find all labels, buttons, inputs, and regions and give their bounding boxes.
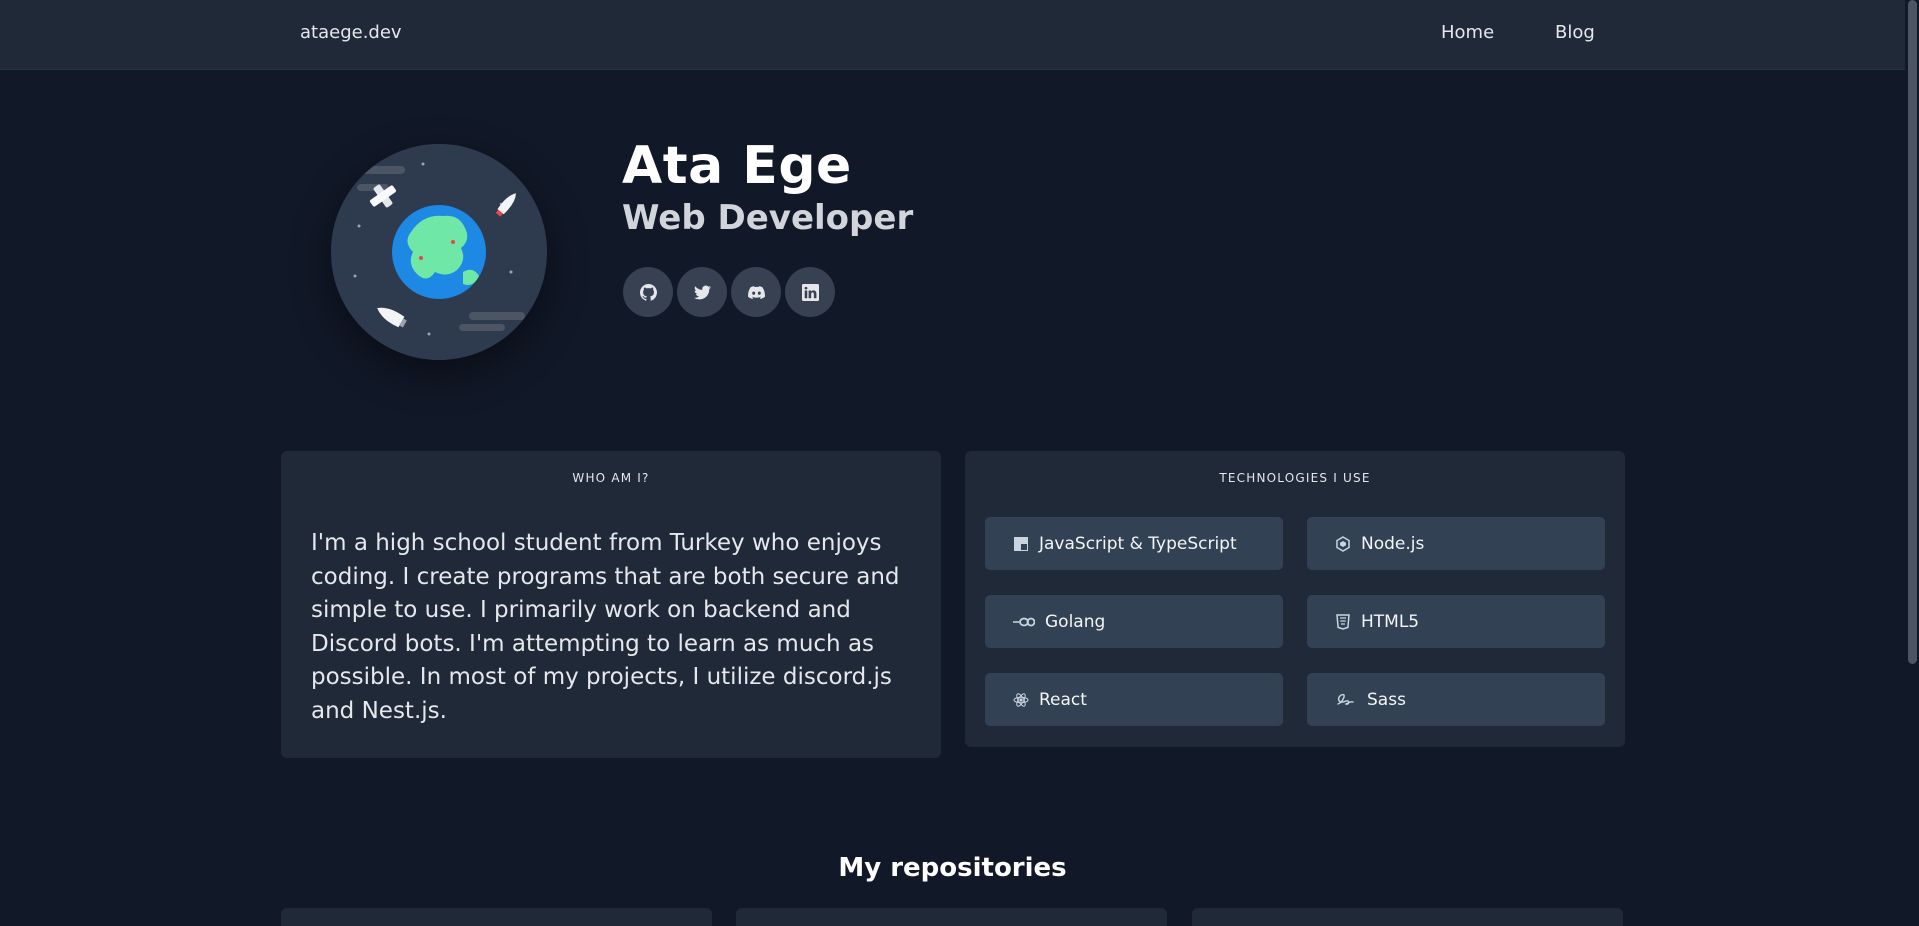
javascript-icon bbox=[1013, 536, 1029, 552]
tech-item-react: React bbox=[985, 673, 1283, 726]
linkedin-link[interactable] bbox=[785, 267, 835, 317]
technologies-title: TECHNOLOGIES I USE bbox=[1219, 471, 1371, 485]
repository-card[interactable] bbox=[1192, 908, 1623, 926]
avatar bbox=[331, 144, 547, 360]
discord-link[interactable] bbox=[731, 267, 781, 317]
github-icon bbox=[639, 283, 657, 301]
page: ataege.dev Home Blog Ata Ege Web Develop… bbox=[0, 0, 1919, 926]
nodejs-icon bbox=[1335, 535, 1351, 552]
tech-item-nodejs: Node.js bbox=[1307, 517, 1605, 570]
html5-icon bbox=[1335, 613, 1351, 630]
golang-icon bbox=[1013, 614, 1035, 630]
twitter-icon bbox=[693, 285, 711, 299]
repository-card[interactable] bbox=[281, 908, 712, 926]
social-links bbox=[623, 267, 835, 317]
about-text: I'm a high school student from Turkey wh… bbox=[311, 530, 900, 724]
github-link[interactable] bbox=[623, 267, 673, 317]
tech-label: React bbox=[1039, 689, 1087, 710]
tech-label: Node.js bbox=[1361, 533, 1425, 554]
nav-link-home[interactable]: Home bbox=[1441, 22, 1494, 43]
react-icon bbox=[1013, 692, 1029, 708]
tech-item-javascript: JavaScript & TypeScript bbox=[985, 517, 1283, 570]
about-card: WHO AM I? I'm a high school student from… bbox=[281, 451, 941, 758]
tech-label: JavaScript & TypeScript bbox=[1039, 533, 1237, 554]
profile-role: Web Developer bbox=[622, 198, 914, 238]
tech-item-html5: HTML5 bbox=[1307, 595, 1605, 648]
technologies-card: TECHNOLOGIES I USE JavaScript & TypeScri… bbox=[965, 451, 1625, 747]
scrollbar-thumb[interactable] bbox=[1908, 0, 1917, 664]
twitter-link[interactable] bbox=[677, 267, 727, 317]
profile-name: Ata Ege bbox=[622, 136, 852, 196]
tech-label: HTML5 bbox=[1361, 611, 1420, 632]
tech-item-sass: Sass bbox=[1307, 673, 1605, 726]
earth-space-illustration bbox=[331, 144, 547, 360]
brand-link[interactable]: ataege.dev bbox=[300, 22, 402, 43]
navbar: ataege.dev Home Blog bbox=[0, 0, 1905, 70]
sass-icon bbox=[1335, 692, 1357, 708]
nav-link-blog[interactable]: Blog bbox=[1555, 22, 1595, 43]
discord-icon bbox=[747, 285, 765, 299]
tech-label: Golang bbox=[1045, 611, 1106, 632]
tech-item-golang: Golang bbox=[985, 595, 1283, 648]
scrollbar[interactable] bbox=[1905, 0, 1919, 926]
repository-card[interactable] bbox=[736, 908, 1167, 926]
linkedin-icon bbox=[801, 283, 819, 301]
about-title: WHO AM I? bbox=[572, 471, 650, 485]
repositories-title: My repositories bbox=[838, 853, 1067, 883]
tech-label: Sass bbox=[1367, 689, 1406, 710]
